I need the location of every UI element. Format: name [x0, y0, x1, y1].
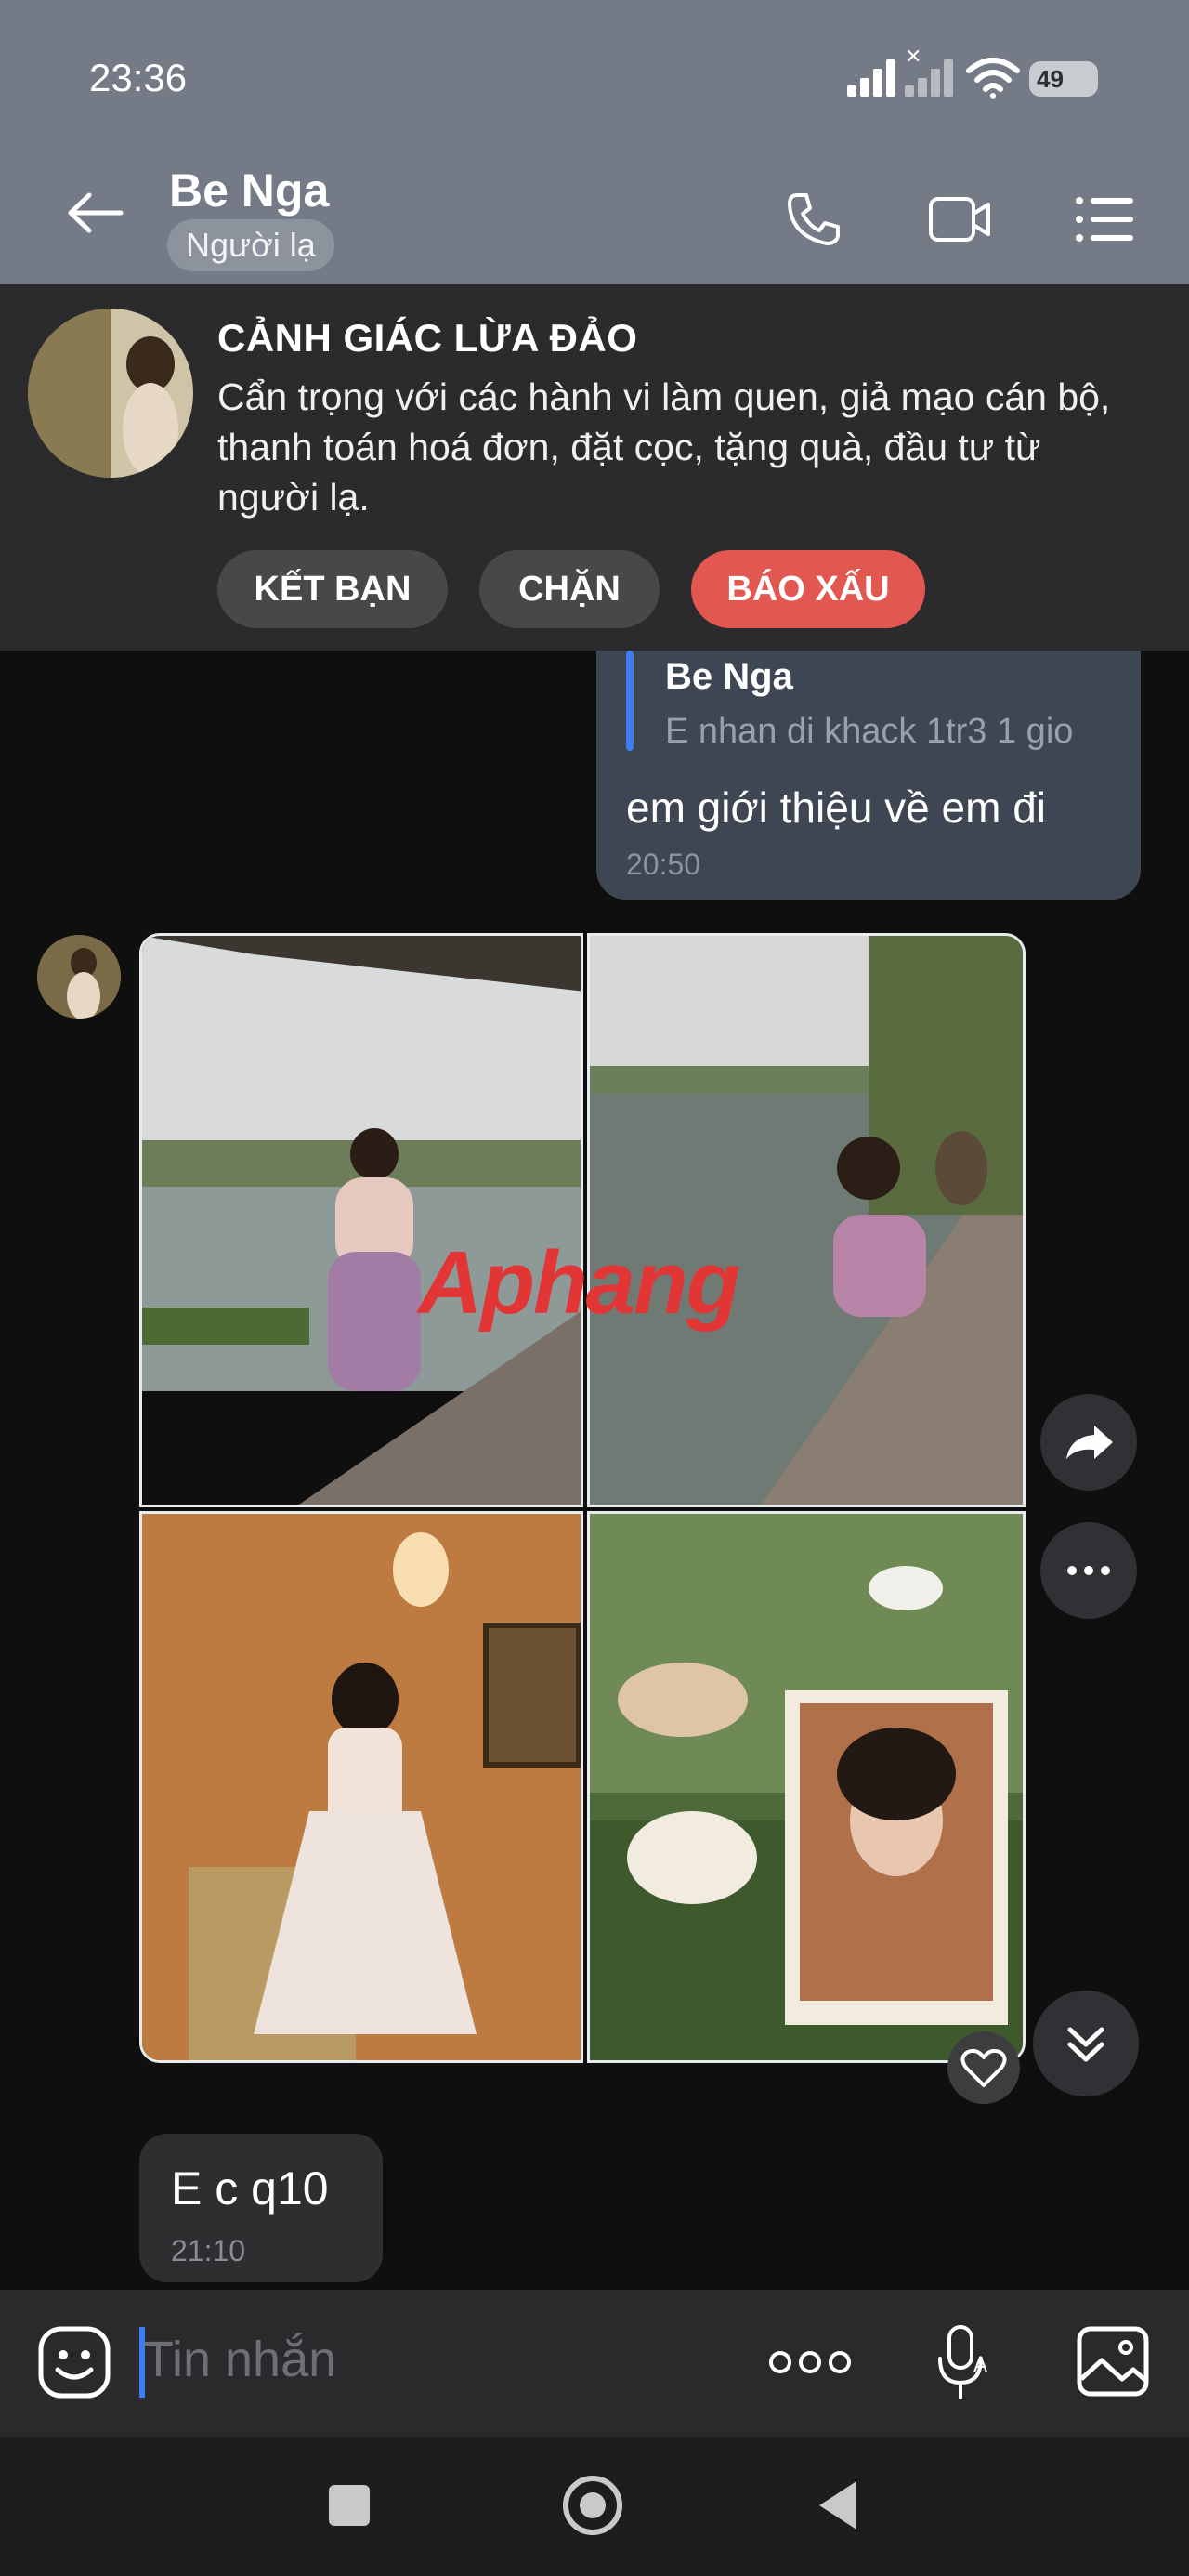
- block-button[interactable]: CHẶN: [479, 550, 660, 628]
- photo-watermark: Aphang: [418, 1232, 740, 1334]
- wifi-icon: [966, 58, 1020, 99]
- no-signal-icon: ✕: [905, 45, 957, 97]
- image-icon[interactable]: [1076, 2325, 1150, 2398]
- quoted-sender: Be Nga: [665, 656, 793, 697]
- incoming-message-time: 21:10: [171, 2234, 246, 2267]
- status-time: 23:36: [89, 56, 188, 99]
- message-time: 20:50: [626, 848, 701, 881]
- photo-lake-1-image: [142, 936, 581, 1505]
- forward-icon: [1066, 1426, 1113, 1459]
- video-call-icon[interactable]: [927, 193, 994, 245]
- back-nav-button[interactable]: [816, 2479, 860, 2531]
- status-bar: 23:36 ✕ 49: [0, 0, 1189, 158]
- add-friend-button[interactable]: KẾT BẠN: [217, 550, 448, 628]
- photo-collage-image: [590, 1514, 1023, 2060]
- signal-icon: [847, 58, 897, 97]
- sender-avatar[interactable]: [37, 935, 121, 1019]
- svg-text:A: A: [973, 2354, 987, 2377]
- phone-icon[interactable]: [784, 190, 843, 249]
- report-button[interactable]: BÁO XẤU: [691, 550, 925, 628]
- stranger-badge: Người lạ: [167, 219, 334, 271]
- more-options-button[interactable]: [1040, 1522, 1137, 1619]
- message-text: em giới thiệu về em đi: [626, 783, 1047, 832]
- heart-icon: [960, 2048, 1007, 2087]
- photo-collage[interactable]: [587, 1511, 1026, 2063]
- quoted-text[interactable]: E nhan di khack 1tr3 1 gio: [665, 712, 1073, 752]
- battery-icon: 49: [1029, 61, 1098, 97]
- double-chevron-down-icon: [1067, 2027, 1104, 2062]
- watermark-text: Aphang: [418, 1233, 740, 1333]
- forward-button[interactable]: [1040, 1394, 1137, 1491]
- recent-apps-button[interactable]: [329, 2485, 370, 2526]
- photo-lake-2-image: [590, 936, 1023, 1505]
- menu-list-icon[interactable]: [1074, 195, 1135, 243]
- photo-room-image: [142, 1514, 581, 2060]
- voice-icon[interactable]: A: [934, 2323, 994, 2401]
- contact-avatar[interactable]: [28, 309, 193, 478]
- back-arrow-icon[interactable]: [67, 191, 124, 234]
- photo-lake-1[interactable]: [139, 933, 583, 1507]
- more-dots-icon: [1067, 1566, 1110, 1575]
- home-button[interactable]: [563, 2476, 622, 2535]
- incoming-message-text: E c q10: [171, 2162, 329, 2215]
- scroll-down-button[interactable]: [1033, 1991, 1139, 2096]
- photo-lake-2[interactable]: [587, 933, 1026, 1507]
- sticker-icon[interactable]: [37, 2325, 111, 2399]
- quote-bar: [626, 651, 634, 751]
- contact-name[interactable]: Be Nga: [169, 164, 329, 217]
- react-heart-button[interactable]: [947, 2031, 1020, 2104]
- warning-title: CẢNH GIÁC LỪA ĐẢO: [217, 316, 638, 360]
- message-input[interactable]: Tin nhắn: [143, 2331, 336, 2388]
- warning-text: Cẩn trọng với các hành vi làm quen, giả …: [217, 375, 1111, 519]
- photo-room[interactable]: [139, 1511, 583, 2063]
- more-icon[interactable]: [767, 2346, 853, 2379]
